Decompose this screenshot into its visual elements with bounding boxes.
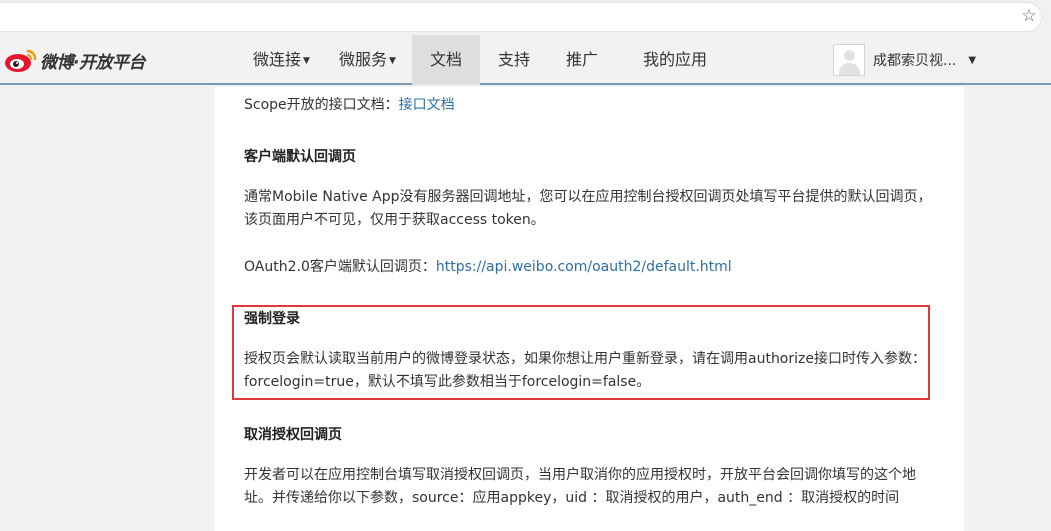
scope-label: Scope开放的接口文档：: [244, 97, 399, 113]
star-icon[interactable]: ☆: [1019, 6, 1039, 26]
user-menu[interactable]: 成都索贝视... ▼: [833, 44, 976, 76]
section-title-revoke-callback: 取消授权回调页: [244, 427, 342, 443]
nav-item-label: 我的应用: [642, 50, 707, 69]
nav-item-label: 微连接: [253, 50, 302, 69]
address-bar[interactable]: [0, 2, 1042, 32]
nav-item-my-apps[interactable]: 我的应用: [616, 35, 734, 85]
nav-item-label: 推广: [565, 50, 598, 69]
site-header: 微博·开放平台 微连接 ▼ 微服务 ▼ 文档 支持 推广 我的应用 成都索贝视...…: [0, 35, 1051, 85]
browser-toolbar: ☆: [0, 0, 1051, 34]
default-callback-url-label: OAuth2.0客户端默认回调页：: [244, 259, 436, 275]
caret-down-icon: ▼: [389, 56, 396, 66]
nav-item-micro-service[interactable]: 微服务 ▼: [326, 35, 412, 85]
default-callback-url-link[interactable]: https://api.weibo.com/oauth2/default.htm…: [436, 259, 732, 275]
nav-item-docs[interactable]: 文档: [412, 35, 480, 85]
site-logo[interactable]: 微博·开放平台: [4, 44, 145, 76]
section-para-default-callback: 通常Mobile Native App没有服务器回调地址，您可以在应用控制台授权…: [244, 189, 932, 228]
section-title-default-callback: 客户端默认回调页: [244, 149, 356, 165]
api-docs-link[interactable]: 接口文档: [399, 97, 455, 113]
section-para-revoke-callback: 开发者可以在应用控制台填写取消授权回调页，当用户取消你的应用授权时，开放平台会回…: [244, 467, 916, 506]
nav-item-label: 支持: [497, 50, 530, 69]
caret-down-icon: ▼: [968, 54, 977, 66]
main-nav: 微连接 ▼ 微服务 ▼ 文档 支持 推广 我的应用: [240, 35, 734, 85]
scope-line: Scope开放的接口文档：接口文档: [244, 95, 455, 115]
highlight-box: [232, 305, 930, 400]
nav-item-support[interactable]: 支持: [480, 35, 548, 85]
nav-item-label: 文档: [429, 50, 462, 69]
user-name: 成都索贝视...: [873, 53, 957, 69]
caret-down-icon: ▼: [303, 56, 310, 66]
weibo-logo-icon: [4, 47, 38, 73]
logo-text: 微博·开放平台: [40, 52, 145, 73]
nav-item-label: 微服务: [339, 50, 388, 69]
avatar-placeholder-icon: [833, 44, 865, 76]
nav-item-micro-connect[interactable]: 微连接 ▼: [240, 35, 326, 85]
nav-item-promotion[interactable]: 推广: [548, 35, 616, 85]
default-callback-url-line: OAuth2.0客户端默认回调页：https://api.weibo.com/o…: [244, 257, 732, 277]
